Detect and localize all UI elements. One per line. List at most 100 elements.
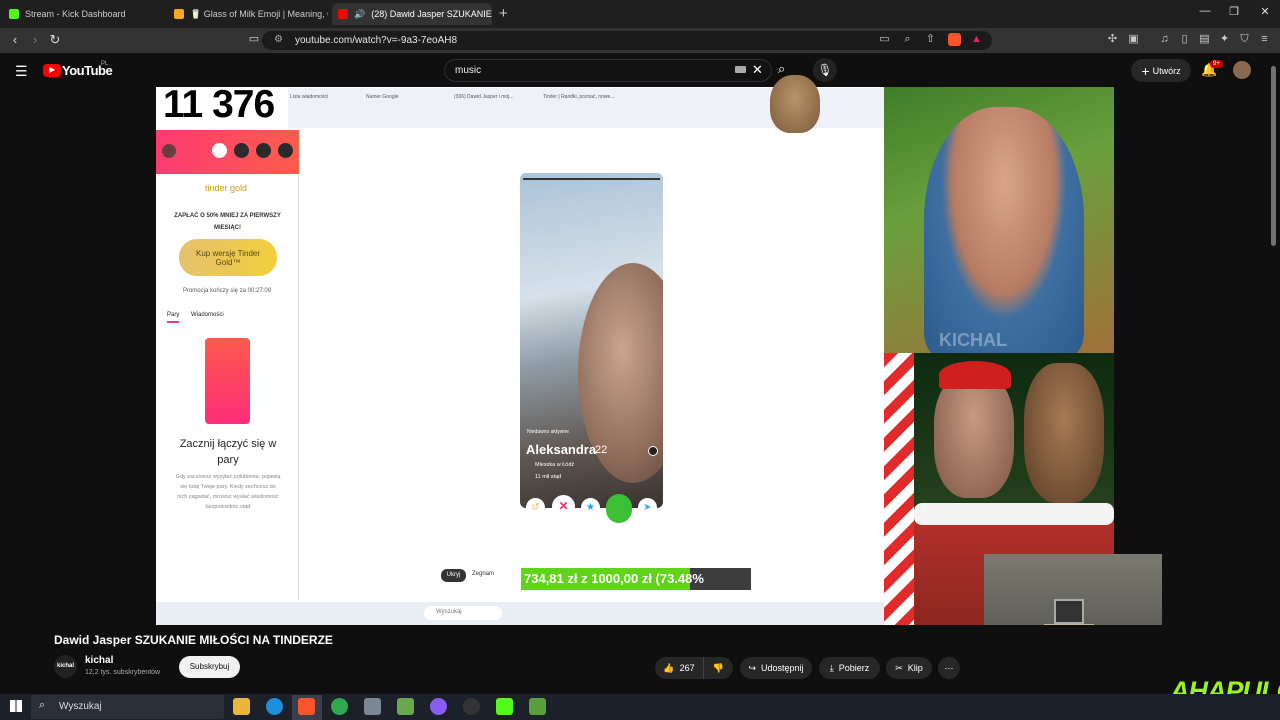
- download-button[interactable]: ⤓ Pobierz: [819, 657, 880, 679]
- plus-icon[interactable]: +: [499, 5, 508, 22]
- brave-shield-icon[interactable]: [948, 33, 961, 46]
- zoom-icon[interactable]: ⌕: [901, 33, 914, 46]
- sidebar-icon[interactable]: ▯: [1178, 33, 1191, 46]
- tab-matches[interactable]: Pary: [167, 312, 180, 323]
- screenshot-icon[interactable]: ▣: [1127, 33, 1140, 46]
- gift-icon[interactable]: [256, 143, 271, 158]
- reload-icon[interactable]: ↻: [47, 32, 63, 48]
- search-input[interactable]: music: [455, 65, 481, 76]
- tab-title: Stream - Kick Dashboard: [25, 9, 126, 19]
- kick-favicon-icon: [9, 9, 19, 19]
- voice-search-icon[interactable]: 🎙: [813, 58, 837, 82]
- channel-name[interactable]: kichal: [85, 655, 113, 666]
- page-scrollbar[interactable]: [1271, 66, 1276, 246]
- super-like-icon[interactable]: ★: [581, 498, 600, 517]
- site-info-icon[interactable]: ⚙: [274, 34, 283, 45]
- create-button[interactable]: + Utwórz: [1131, 59, 1191, 82]
- channel-avatar[interactable]: kichal: [54, 655, 77, 678]
- speaker-icon: 🔊: [354, 8, 366, 19]
- forward-icon[interactable]: ›: [27, 32, 43, 47]
- app-icon-2[interactable]: [529, 698, 546, 715]
- video-title: Dawid Jasper SZUKANIE MIŁOŚCI NA TINDERZ…: [54, 633, 333, 647]
- search-icon[interactable]: ⌕: [778, 61, 785, 77]
- kick-icon[interactable]: [496, 698, 513, 715]
- tab-title: 🥛 Glass of Milk Emoji | Meaning, Co: [190, 8, 328, 19]
- profile-avatar[interactable]: [162, 144, 176, 158]
- more-icon: ⋯: [944, 662, 954, 673]
- clear-search-icon[interactable]: ✕: [752, 62, 763, 78]
- shield-icon[interactable]: [278, 143, 293, 158]
- profile-card[interactable]: Niedawno aktywne Aleksandra 22 Mieszka w…: [520, 173, 663, 508]
- leo-ai-icon[interactable]: ✦: [1218, 33, 1231, 46]
- like-icon[interactable]: [606, 494, 632, 523]
- inner-tab: Lista wiadomości: [290, 94, 329, 100]
- profile-distance: 11 mil stąd: [535, 474, 562, 480]
- clip-button[interactable]: ✂ Klip: [886, 657, 932, 679]
- boost-icon[interactable]: [212, 143, 227, 158]
- emojipedia-favicon-icon: [174, 9, 184, 19]
- inner-taskbar: Wyszukaj: [156, 602, 884, 625]
- boost-send-icon[interactable]: ➤: [638, 498, 657, 517]
- dislike-button[interactable]: 👎: [703, 657, 733, 679]
- santa-hat: [939, 361, 1011, 389]
- hamburger-icon[interactable]: ☰: [15, 63, 28, 80]
- youtube-logo-icon[interactable]: ▶: [43, 64, 61, 77]
- back-icon[interactable]: ‹: [7, 32, 23, 47]
- search-box[interactable]: music ✕: [444, 59, 772, 82]
- address-toolbar: ‹ › ↻ ▭ ⚙ youtube.com/watch?v=-9a3-7eoAH…: [0, 28, 1280, 53]
- brave-icon[interactable]: [298, 698, 315, 715]
- explore-icon[interactable]: [234, 143, 249, 158]
- promo-timer: Promocja kończy się za 00:27:09: [182, 288, 272, 294]
- extensions-icon[interactable]: ✣: [1106, 33, 1119, 46]
- account-avatar[interactable]: [1233, 61, 1251, 79]
- thumbs-up-icon: 👍: [663, 662, 675, 673]
- match-description: Gdy zaczniesz wysyłać polubienia, pojawi…: [175, 474, 281, 510]
- wallet-icon[interactable]: ▤: [1198, 33, 1211, 46]
- cast-icon[interactable]: ▭: [878, 33, 891, 46]
- share-label: Udostępnij: [761, 663, 804, 673]
- restore-icon[interactable]: ❐: [1224, 5, 1244, 18]
- share-button[interactable]: ↪ Udostępnij: [740, 657, 812, 679]
- menu-icon[interactable]: ≡: [1258, 33, 1271, 46]
- buy-gold-button[interactable]: Kup wersję Tinder Gold™: [179, 239, 277, 276]
- minimize-icon[interactable]: —: [1195, 5, 1215, 17]
- keyboard-icon[interactable]: [735, 66, 746, 73]
- minecraft-icon[interactable]: [397, 698, 414, 715]
- tab-milk-emoji[interactable]: 🥛 Glass of Milk Emoji | Meaning, Co: [168, 3, 328, 25]
- file-explorer-icon[interactable]: [233, 698, 250, 715]
- edge-icon[interactable]: [266, 698, 283, 715]
- like-button[interactable]: 👍 267: [655, 657, 703, 679]
- close-window-icon[interactable]: ✕: [1255, 5, 1275, 18]
- obs-icon[interactable]: [463, 698, 480, 715]
- inner-search: Wyszukaj: [424, 606, 502, 620]
- skip-button[interactable]: Zegnam: [472, 571, 494, 577]
- share-icon[interactable]: ⇧: [924, 33, 937, 46]
- info-icon[interactable]: [648, 446, 658, 456]
- photo-progress-bar: [523, 178, 660, 180]
- browser-tab-strip: Stream - Kick Dashboard 🥛 Glass of Milk …: [0, 0, 1280, 28]
- clip-label: Klip: [907, 663, 923, 673]
- vpn-icon[interactable]: ⛉: [1238, 33, 1251, 46]
- streamer-webcam: KICHAL: [884, 87, 1114, 357]
- nope-icon[interactable]: ✕: [552, 495, 575, 518]
- windows-search-box[interactable]: ⌕ Wyszukaj: [31, 695, 224, 719]
- windows-search-input[interactable]: Wyszukaj: [59, 701, 102, 712]
- brave-rewards-icon[interactable]: ▲: [970, 33, 983, 46]
- music-icon[interactable]: ♫: [1158, 33, 1171, 46]
- more-actions-button[interactable]: ⋯: [938, 657, 960, 679]
- tab-youtube-video[interactable]: 🔊 (28) Dawid Jasper SZUKANIE ✕: [332, 3, 492, 25]
- bookmark-icon[interactable]: ▭: [246, 32, 262, 45]
- match-placeholder-card: [205, 338, 250, 424]
- hide-button[interactable]: Ukryj: [441, 569, 466, 582]
- tab-kick-dashboard[interactable]: Stream - Kick Dashboard: [3, 3, 163, 25]
- rewind-icon[interactable]: ↺: [526, 498, 545, 517]
- url-text: youtube.com/watch?v=-9a3-7eoAH8: [295, 35, 458, 46]
- chrome-icon[interactable]: [331, 698, 348, 715]
- app-icon[interactable]: [364, 698, 381, 715]
- picture-frame: [1054, 599, 1084, 624]
- tab-messages[interactable]: Wiadomości: [191, 312, 224, 318]
- subscribe-button[interactable]: Subskrybuj: [179, 656, 240, 678]
- guest-figure: [934, 373, 1014, 498]
- windows-start-icon[interactable]: [10, 700, 22, 712]
- messenger-icon[interactable]: [430, 698, 447, 715]
